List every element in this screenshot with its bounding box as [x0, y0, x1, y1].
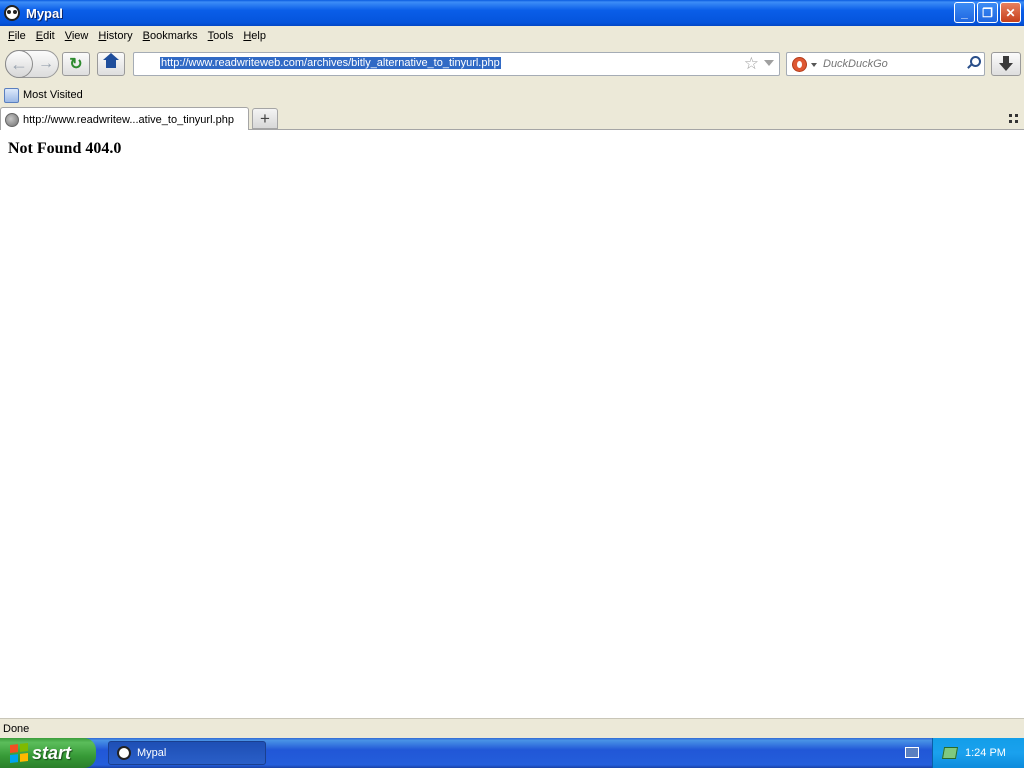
search-engine-dropdown-icon[interactable]	[811, 63, 817, 67]
forward-button[interactable]: →	[38, 55, 54, 73]
title-bar[interactable]: Mypal _ ❐ ✕	[0, 0, 1024, 26]
url-bar[interactable]: http://www.readwriteweb.com/archives/bit…	[133, 52, 780, 76]
system-tray: 1:24 PM	[932, 738, 1024, 768]
reload-icon: ↻	[69, 56, 83, 73]
mypal-task-icon	[117, 746, 131, 760]
status-bar: Done	[0, 718, 1024, 738]
start-label: start	[32, 742, 72, 763]
duckduckgo-icon[interactable]	[792, 57, 807, 72]
menu-file[interactable]: File	[3, 30, 31, 42]
keyboard-icon[interactable]	[905, 747, 919, 758]
network-icon[interactable]	[941, 747, 959, 759]
navigation-toolbar: ← → ↻ http://www.readwriteweb.com/archiv…	[0, 46, 1024, 82]
reload-button[interactable]: ↻	[62, 52, 90, 76]
downloads-button[interactable]	[991, 52, 1021, 76]
menu-history[interactable]: History	[93, 30, 137, 42]
url-text[interactable]: http://www.readwriteweb.com/archives/bit…	[160, 57, 501, 69]
taskbar: start Mypal 1:24 PM	[0, 738, 1024, 768]
page-heading: Not Found 404.0	[8, 140, 122, 157]
windows-logo-icon	[10, 743, 28, 763]
download-arrow-icon	[999, 56, 1013, 71]
menu-edit[interactable]: Edit	[31, 30, 60, 42]
window-controls: _ ❐ ✕	[954, 2, 1021, 23]
menu-bar: File Edit View History Bookmarks Tools H…	[0, 26, 1024, 46]
search-magnifier-icon[interactable]	[967, 56, 981, 68]
tab-strip: http://www.readwritew...ative_to_tinyurl…	[0, 106, 1024, 131]
tab-label: http://www.readwritew...ative_to_tinyurl…	[23, 113, 234, 126]
mypal-app-icon	[4, 5, 20, 21]
back-arrow-icon: ←	[10, 53, 28, 74]
most-visited-icon	[4, 87, 19, 103]
minimize-button[interactable]: _	[954, 2, 975, 23]
window-title: Mypal	[26, 5, 63, 21]
search-input[interactable]	[823, 58, 963, 70]
menu-tools[interactable]: Tools	[203, 30, 239, 42]
clock[interactable]: 1:24 PM	[965, 747, 1006, 759]
status-text: Done	[3, 722, 30, 735]
page-content: Not Found 404.0	[0, 130, 1024, 718]
restore-button[interactable]: ❐	[977, 2, 998, 23]
taskbar-item-mypal[interactable]: Mypal	[108, 741, 266, 765]
home-button[interactable]	[97, 52, 125, 76]
back-forward-group: ← →	[5, 50, 59, 78]
tab-groups-icon[interactable]	[1009, 114, 1018, 123]
menu-bookmarks[interactable]: Bookmarks	[138, 30, 203, 42]
start-button[interactable]: start	[0, 738, 96, 768]
bookmark-star-icon[interactable]: ☆	[744, 54, 759, 74]
menu-help[interactable]: Help	[238, 30, 271, 42]
back-button[interactable]: ←	[5, 50, 33, 78]
taskbar-item-label: Mypal	[137, 747, 167, 759]
globe-icon	[5, 112, 19, 127]
url-history-dropdown-icon[interactable]	[764, 60, 774, 66]
home-icon	[103, 53, 119, 70]
tab-active[interactable]: http://www.readwritew...ative_to_tinyurl…	[0, 107, 249, 131]
bookmarks-toolbar: Most Visited	[0, 84, 1024, 106]
new-tab-button[interactable]: +	[252, 108, 278, 129]
menu-view[interactable]: View	[60, 30, 94, 42]
close-button[interactable]: ✕	[1000, 2, 1021, 23]
search-bar	[786, 52, 985, 76]
bookmark-most-visited[interactable]: Most Visited	[23, 89, 83, 101]
